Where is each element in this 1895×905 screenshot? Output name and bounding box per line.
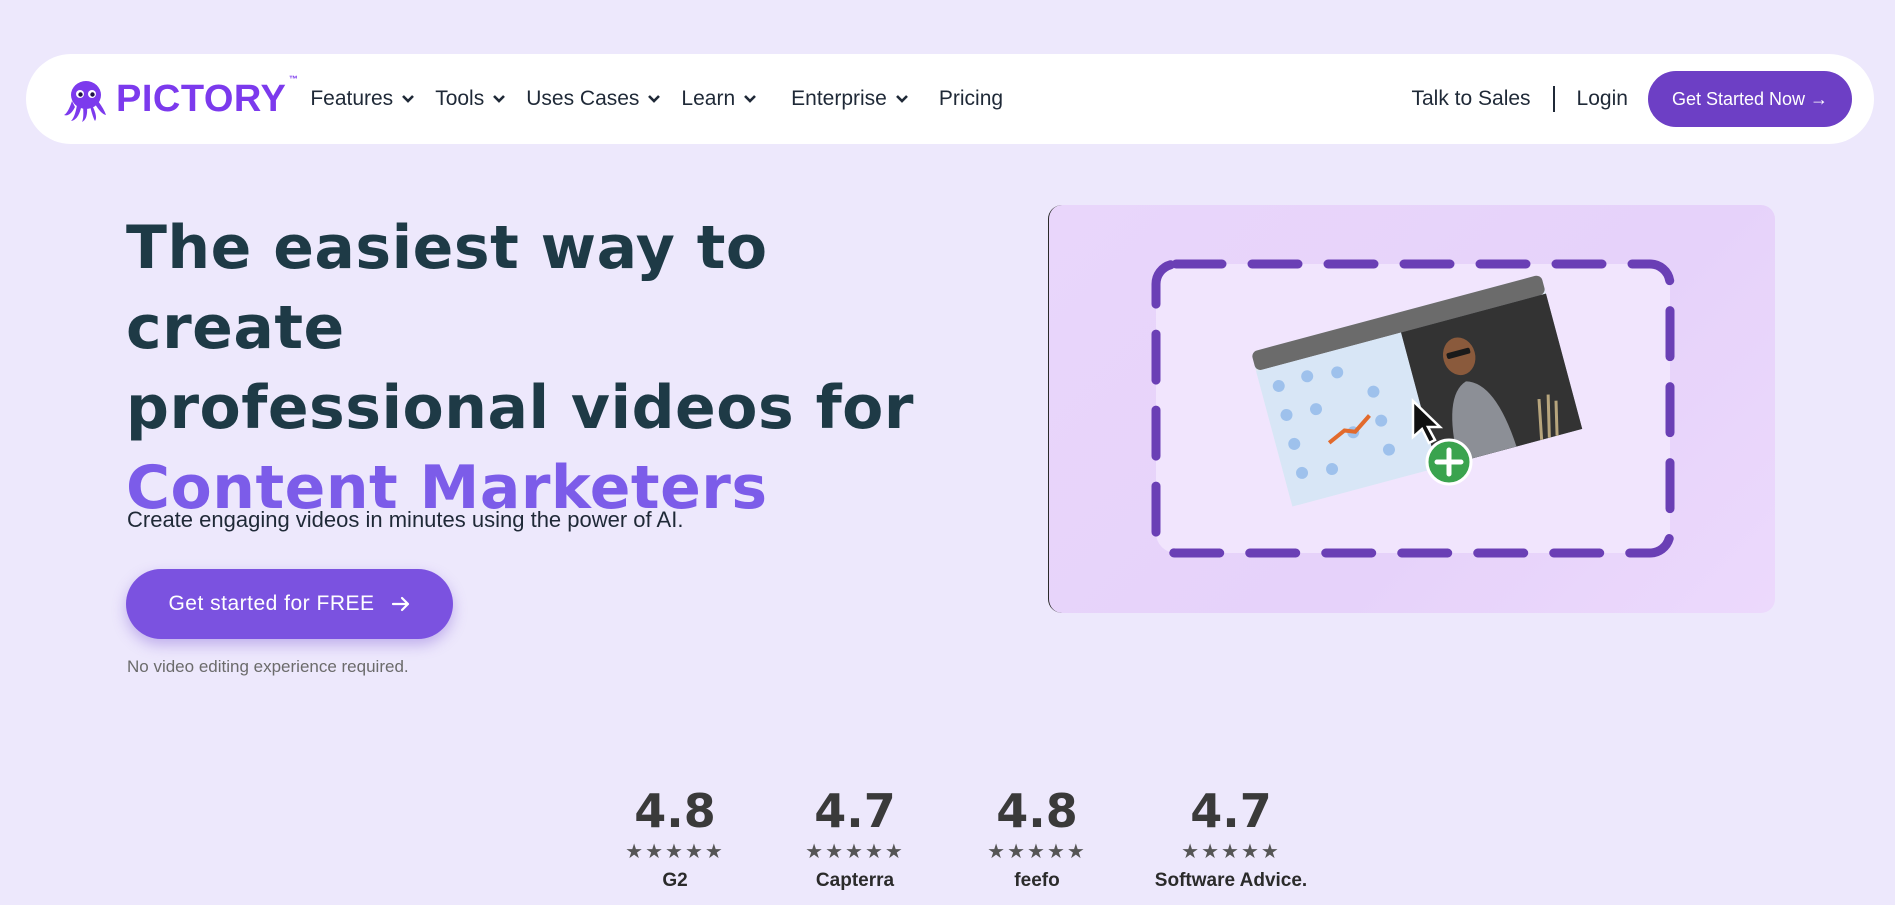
rating-g2: 4.8 ★★★★★ G2 [625, 786, 725, 893]
hero-heading: The easiest way to create professional v… [126, 208, 966, 528]
arrow-right-icon [391, 596, 409, 612]
nav-divider [1552, 86, 1555, 112]
octopus-logo-icon [64, 81, 106, 122]
hero-subtitle: Create engaging videos in minutes using … [127, 507, 684, 532]
rating-stars: ★★★★★ [805, 841, 905, 863]
chevron-down-icon [402, 95, 415, 103]
nav-actions: Talk to Sales Login Get Started Now → [1411, 71, 1852, 127]
chevron-down-icon [895, 95, 908, 103]
trademark-symbol: ™ [288, 73, 299, 84]
logo-wordmark: PICTORY ™ [116, 73, 299, 120]
capterra-logo: Capterra [815, 870, 895, 891]
hero-heading-line2: professional videos for [126, 373, 914, 443]
chevron-down-icon [493, 95, 506, 103]
nav-item-pricing[interactable]: Pricing [939, 87, 1003, 111]
hero-video-illustration [1048, 205, 1775, 613]
rating-score: 4.8 [996, 784, 1078, 838]
drag-drop-video-graphic [1151, 259, 1675, 558]
rating-stars: ★★★★★ [987, 841, 1087, 863]
nav-item-features[interactable]: Features [310, 87, 415, 111]
nav-item-label: Learn [681, 87, 736, 110]
nav-item-label: Pricing [938, 87, 1004, 110]
hero-note: No video editing experience required. [127, 657, 409, 676]
nav-item-tools[interactable]: Tools [435, 87, 506, 111]
rating-software-advice: 4.7 ★★★★★ Software Advice. [1148, 786, 1314, 893]
chevron-down-icon [744, 95, 757, 103]
hero-heading-line1: The easiest way to create [126, 213, 768, 363]
nav-item-enterprise[interactable]: Enterprise [791, 87, 909, 111]
pictory-logo[interactable]: PICTORY ™ [62, 73, 299, 123]
nav-item-label: Uses Cases [526, 87, 640, 110]
rating-score: 4.7 [1190, 784, 1272, 838]
get-started-free-button[interactable]: Get started for FREE [126, 569, 453, 639]
rating-stars: ★★★★★ [625, 841, 725, 863]
chevron-down-icon [648, 95, 661, 103]
g2-logo: G2 [662, 870, 688, 891]
plus-circle-icon [1425, 438, 1473, 486]
software-advice-logo: Software Advice. [1154, 870, 1308, 891]
login-link[interactable]: Login [1577, 87, 1628, 111]
ratings-strip: 4.8 ★★★★★ G2 4.7 ★★★★★ Capterra 4.8 ★★★★… [0, 786, 1895, 905]
feefo-logo: feefo [1014, 870, 1060, 891]
nav-item-label: Features [310, 87, 394, 110]
nav-item-learn[interactable]: Learn [681, 87, 757, 111]
nav-item-use-cases[interactable]: Uses Cases [526, 87, 661, 111]
rating-capterra: 4.7 ★★★★★ Capterra [805, 786, 905, 893]
nav-item-label: Tools [435, 87, 485, 110]
cta-label: Get started for FREE [168, 592, 375, 615]
talk-to-sales-link[interactable]: Talk to Sales [1411, 87, 1530, 111]
main-menu: Features Tools Uses Cases Learn Enterpri… [310, 87, 1003, 111]
nav-item-label: Enterprise [791, 87, 887, 110]
top-navbar: PICTORY ™ Features Tools Uses Cases Lear… [26, 54, 1874, 144]
rating-score: 4.8 [634, 784, 716, 838]
rating-feefo: 4.8 ★★★★★ feefo [987, 786, 1087, 893]
rating-score: 4.7 [814, 784, 896, 838]
rating-stars: ★★★★★ [1181, 841, 1281, 863]
get-started-now-button[interactable]: Get Started Now → [1647, 71, 1852, 127]
